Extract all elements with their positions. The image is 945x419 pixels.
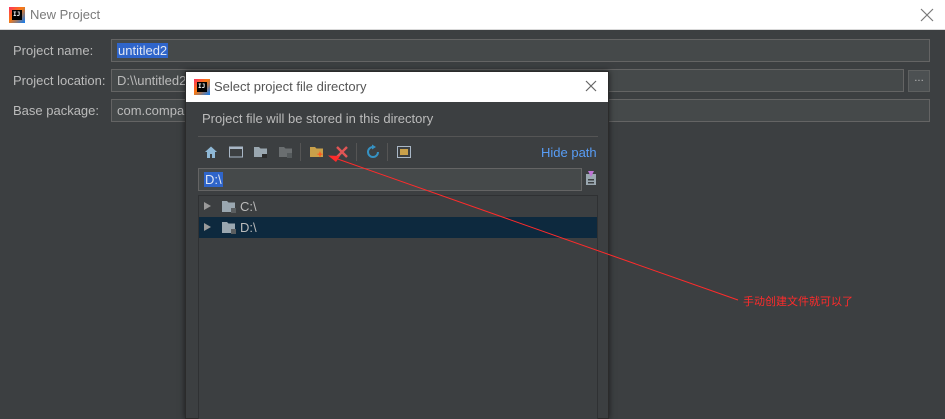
tree-node-d[interactable]: D:\ <box>199 217 597 238</box>
project-folder-icon[interactable] <box>253 144 269 160</box>
project-name-label: Project name: <box>13 43 94 58</box>
intellij-logo-icon: IJ <box>9 7 25 23</box>
intellij-logo-icon: IJ <box>194 79 210 95</box>
drive-folder-icon <box>222 222 236 234</box>
tree-node-label: C:\ <box>240 199 257 214</box>
drive-folder-icon <box>222 201 236 213</box>
select-directory-dialog: IJ Select project file directory Project… <box>185 71 609 419</box>
new-folder-icon[interactable] <box>309 144 325 160</box>
home-icon[interactable] <box>203 144 219 160</box>
tree-node-label: D:\ <box>240 220 257 235</box>
dialog-title-bar: IJ Select project file directory <box>186 72 608 102</box>
path-history-icon[interactable] <box>584 170 598 188</box>
project-location-value: D:\\untitled2 <box>117 73 187 88</box>
show-hidden-icon[interactable] <box>396 144 412 160</box>
toolbar-separator <box>356 143 357 161</box>
divider <box>198 136 598 137</box>
close-icon[interactable] <box>584 79 598 93</box>
desktop-icon[interactable] <box>228 144 244 160</box>
browse-button[interactable]: ... <box>908 70 930 92</box>
project-name-value: untitled2 <box>117 43 169 58</box>
refresh-icon[interactable] <box>365 144 381 160</box>
window-title: New Project <box>30 7 101 22</box>
directory-tree: C:\ D:\ <box>198 195 598 419</box>
expand-arrow-icon[interactable] <box>204 223 211 231</box>
base-package-label: Base package: <box>13 103 100 118</box>
toolbar-separator <box>300 143 301 161</box>
path-value: D:\ <box>204 172 223 187</box>
toolbar-separator <box>387 143 388 161</box>
dialog-title: Select project file directory <box>214 79 367 94</box>
project-name-input[interactable]: untitled2 <box>111 39 930 62</box>
dialog-description: Project file will be stored in this dire… <box>202 111 434 126</box>
main-title-bar: IJ New Project <box>0 0 945 30</box>
module-folder-icon[interactable] <box>278 144 294 160</box>
tree-node-c[interactable]: C:\ <box>199 196 597 217</box>
path-input[interactable]: D:\ <box>198 168 582 191</box>
annotation-text: 手动创建文件就可以了 <box>743 295 853 308</box>
close-icon[interactable] <box>919 7 935 23</box>
project-location-label: Project location: <box>13 73 106 88</box>
delete-icon[interactable] <box>334 144 350 160</box>
hide-path-link[interactable]: Hide path <box>541 145 597 160</box>
expand-arrow-icon[interactable] <box>204 202 211 210</box>
